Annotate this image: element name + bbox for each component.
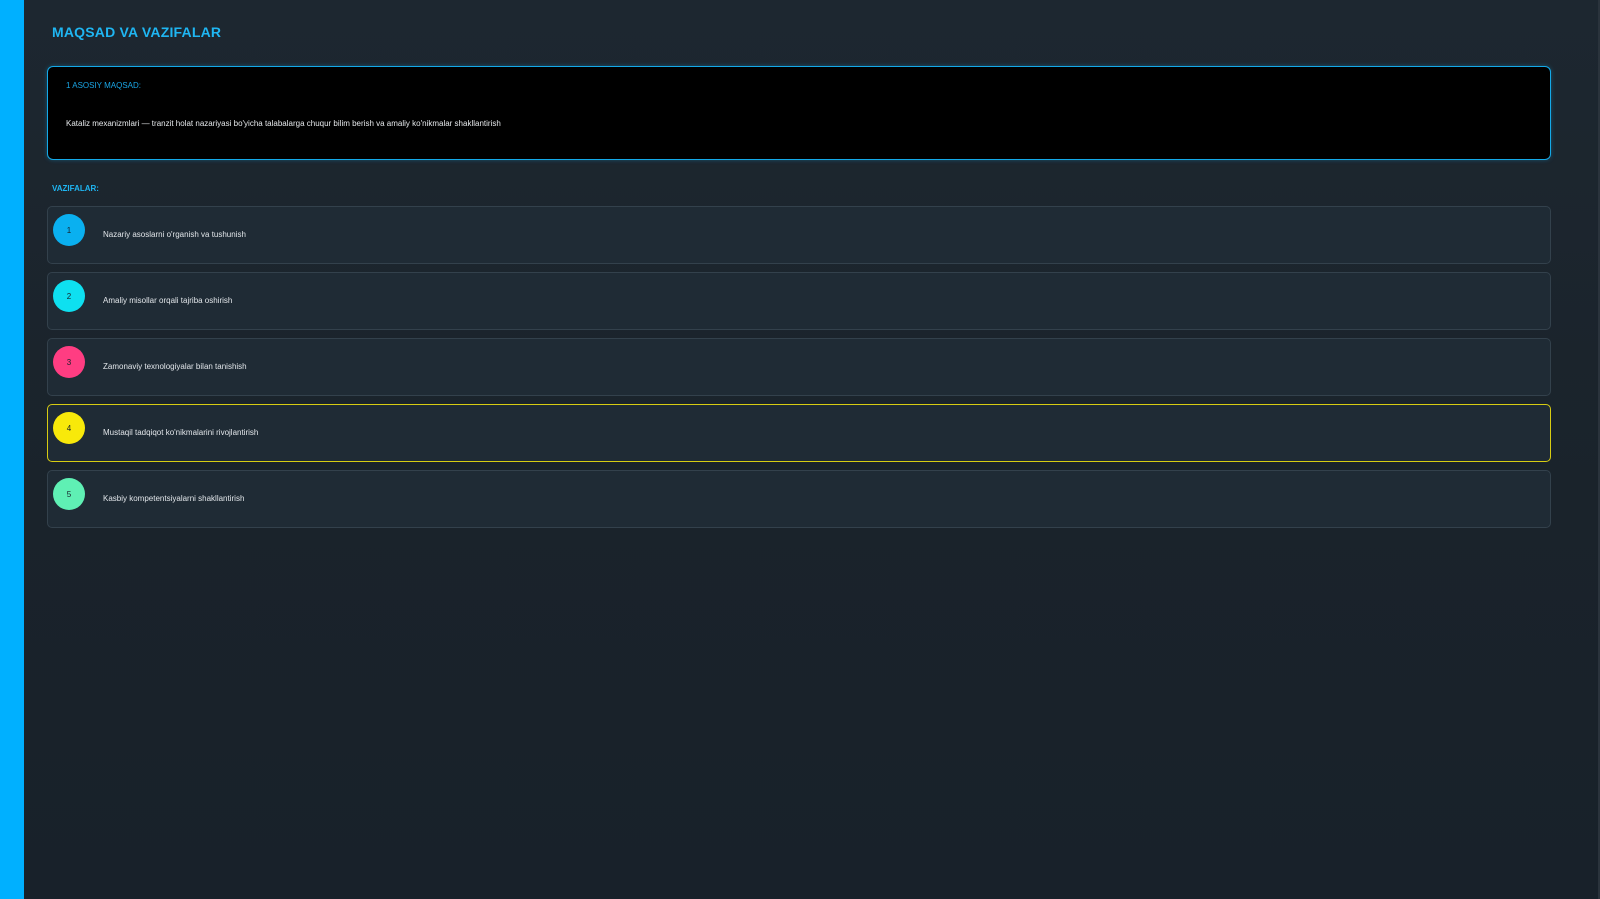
task-number-badge: 5	[53, 478, 85, 510]
task-text: Amaliy misollar orqali tajriba oshirish	[103, 296, 233, 305]
task-text: Zamonaviy texnologiyalar bilan tanishish	[103, 362, 247, 371]
task-number-badge: 2	[53, 280, 85, 312]
task-number-badge: 3	[53, 346, 85, 378]
main-goal-card: 1 ASOSIY MAQSAD: Kataliz mexanizmlari — …	[47, 66, 1551, 160]
main-goal-label: 1 ASOSIY MAQSAD:	[66, 81, 141, 90]
main-goal-text: Kataliz mexanizmlari — tranzit holat naz…	[66, 119, 501, 128]
tasks-heading: VAZIFALAR:	[52, 184, 99, 193]
task-item-3: 3 Zamonaviy texnologiyalar bilan tanishi…	[47, 338, 1551, 396]
task-text: Kasbiy kompetentsiyalarni shakllantirish	[103, 494, 245, 503]
left-accent-bar	[0, 0, 24, 899]
slide: MAQSAD VA VAZIFALAR 1 ASOSIY MAQSAD: Kat…	[0, 0, 1600, 899]
task-text: Mustaqil tadqiqot ko'nikmalarini rivojla…	[103, 428, 259, 437]
task-text: Nazariy asoslarni o'rganish va tushunish	[103, 230, 246, 239]
task-item-5: 5 Kasbiy kompetentsiyalarni shakllantiri…	[47, 470, 1551, 528]
task-item-2: 2 Amaliy misollar orqali tajriba oshiris…	[47, 272, 1551, 330]
task-item-4: 4 Mustaqil tadqiqot ko'nikmalarini rivoj…	[47, 404, 1551, 462]
task-number-badge: 4	[53, 412, 85, 444]
task-number-badge: 1	[53, 214, 85, 246]
page-title: MAQSAD VA VAZIFALAR	[52, 24, 222, 40]
task-item-1: 1 Nazariy asoslarni o'rganish va tushuni…	[47, 206, 1551, 264]
